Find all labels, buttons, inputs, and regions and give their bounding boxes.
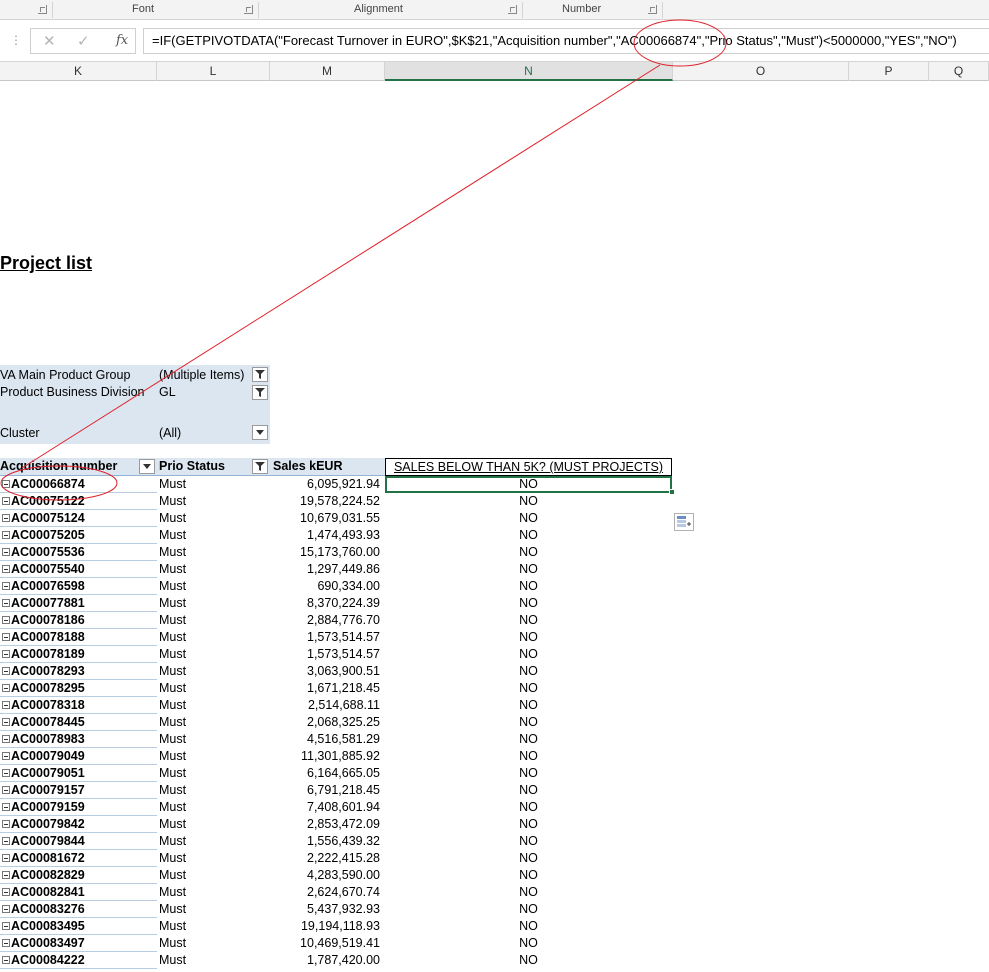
annotation-circle-cell	[0, 465, 118, 501]
annotation-overlay	[0, 19, 727, 501]
annotation-connector-line	[21, 64, 661, 469]
annotation-circle-formula	[633, 19, 727, 67]
